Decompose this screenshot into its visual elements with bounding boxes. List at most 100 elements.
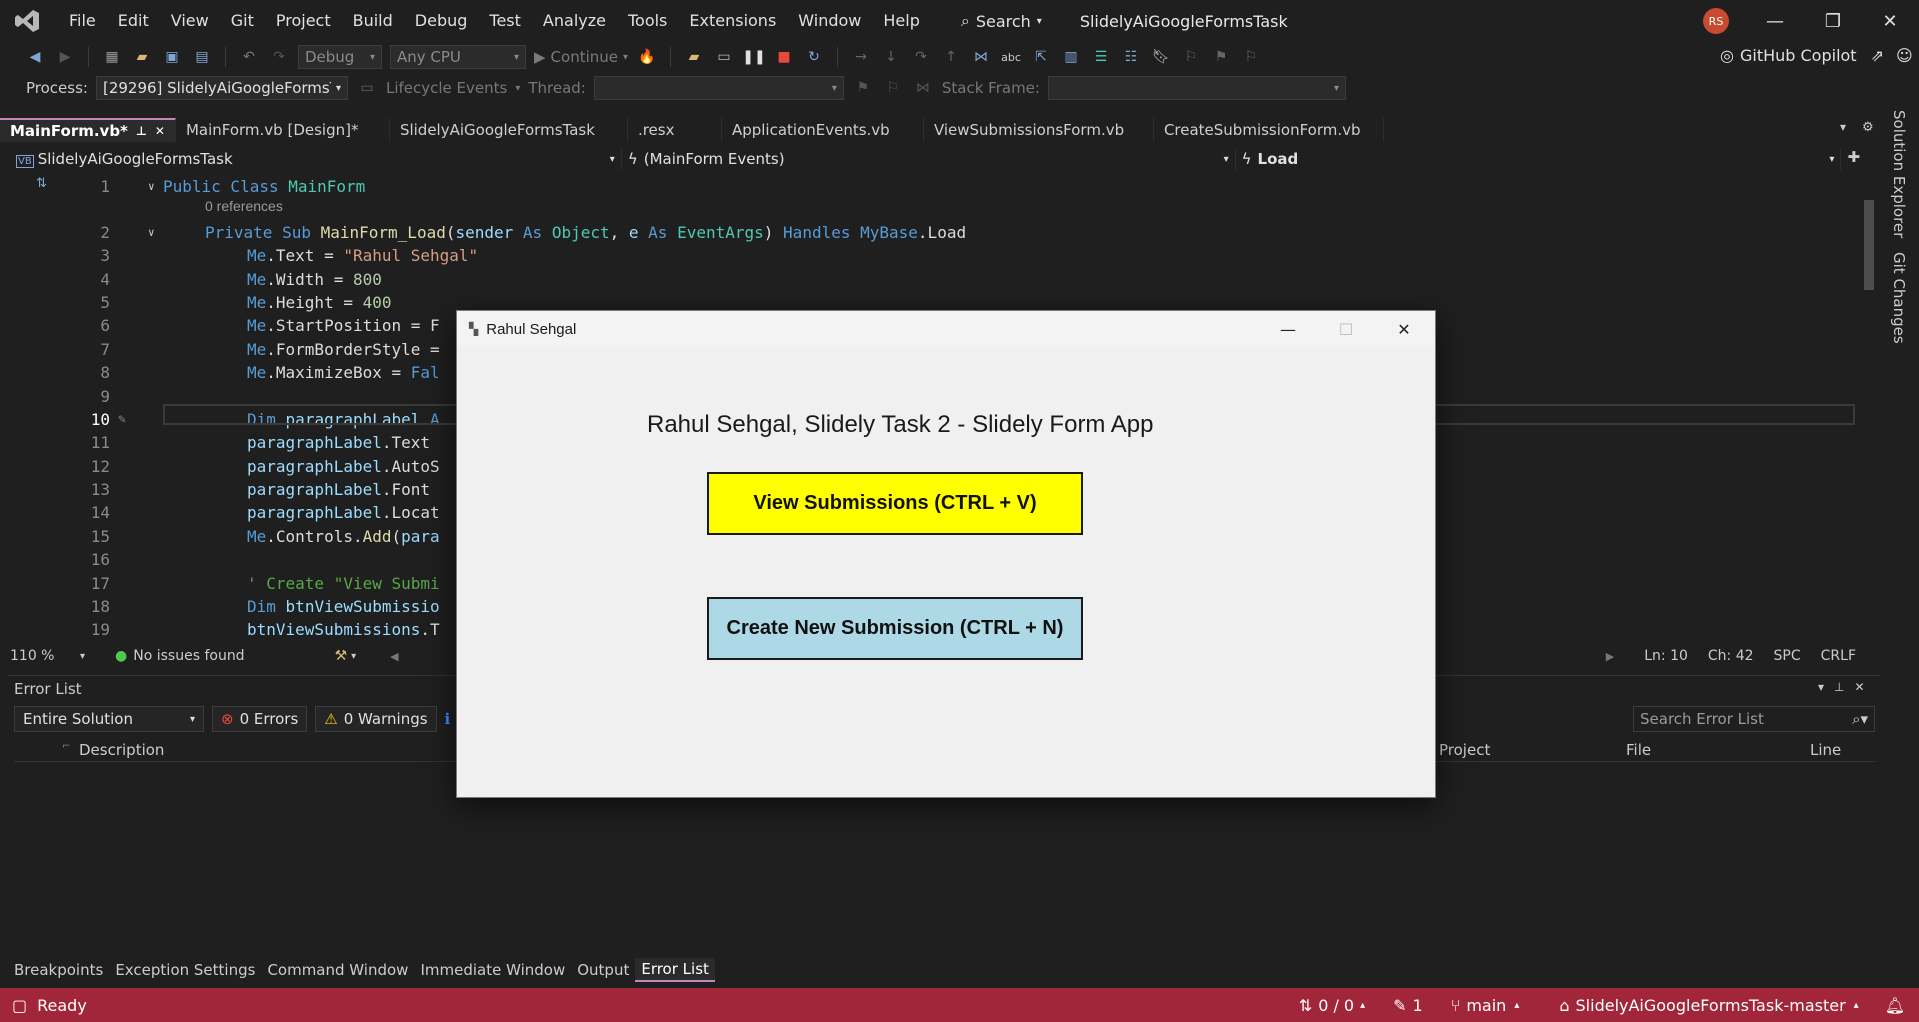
- char-indicator[interactable]: Ch: 42: [1708, 648, 1754, 664]
- menu-project[interactable]: Project: [265, 0, 342, 42]
- tab-resx[interactable]: .resx: [628, 118, 722, 142]
- spacing-indicator[interactable]: SPC: [1774, 648, 1801, 664]
- close-icon[interactable]: ✕: [1854, 680, 1864, 694]
- outdent-icon[interactable]: ☰: [1090, 46, 1112, 68]
- menu-debug[interactable]: Debug: [404, 0, 479, 42]
- restore-icon[interactable]: ❐: [1804, 0, 1862, 42]
- member-dropdown[interactable]: ϟ Load ▾: [1236, 148, 1842, 170]
- new-project-icon[interactable]: ▦: [101, 46, 123, 68]
- brush-icon[interactable]: ✎: [118, 412, 126, 427]
- step-over-icon[interactable]: →: [850, 46, 872, 68]
- chevron-down-icon[interactable]: ▾: [1818, 680, 1824, 694]
- issues-status[interactable]: No issues found: [133, 648, 244, 664]
- tab-output[interactable]: Output: [571, 958, 635, 982]
- forward-icon[interactable]: ▶: [54, 46, 76, 68]
- lifecycle-events-dropdown[interactable]: Lifecycle Events: [386, 79, 507, 97]
- menu-view[interactable]: View: [160, 0, 220, 42]
- cleanup-icon[interactable]: ⚒: [335, 648, 348, 664]
- column-file[interactable]: File: [1626, 741, 1651, 759]
- column-line[interactable]: Line: [1810, 741, 1841, 759]
- menu-build[interactable]: Build: [342, 0, 404, 42]
- search-button[interactable]: ⌕ Search ▾: [951, 11, 1052, 31]
- view-submissions-button[interactable]: View Submissions (CTRL + V): [707, 472, 1083, 535]
- output-window-icon[interactable]: ▢: [12, 996, 27, 1015]
- git-changes-tab[interactable]: Git Changes: [1890, 252, 1908, 344]
- folder-icon[interactable]: ▰: [683, 46, 705, 68]
- restart-icon[interactable]: ↻: [803, 46, 825, 68]
- pin-icon[interactable]: ⊥: [1834, 680, 1844, 694]
- stop-icon[interactable]: ■: [773, 46, 795, 68]
- process-dropdown[interactable]: [29296] SlidelyAiGoogleFormsTask ▾: [95, 76, 348, 100]
- redo-icon[interactable]: ↷: [268, 46, 290, 68]
- project-dropdown[interactable]: VB SlidelyAiGoogleFormsTask ▾: [10, 148, 622, 170]
- github-copilot-button[interactable]: ◎ GitHub Copilot ⇗ ☺: [1720, 46, 1913, 65]
- bookmark-next-icon[interactable]: ⚑: [1210, 46, 1232, 68]
- configuration-dropdown[interactable]: Debug ▾: [298, 45, 382, 69]
- spell-check-icon[interactable]: abc: [1000, 46, 1022, 68]
- menu-analyze[interactable]: Analyze: [532, 0, 617, 42]
- step-back-icon[interactable]: ↷: [910, 46, 932, 68]
- info-icon[interactable]: ℹ: [445, 710, 451, 728]
- close-icon[interactable]: ✕: [155, 124, 165, 138]
- error-search-input[interactable]: Search Error List ⌕▾: [1633, 706, 1875, 732]
- zoom-dropdown[interactable]: 110 %: [10, 648, 80, 664]
- minimize-icon[interactable]: —: [1259, 311, 1317, 347]
- form-titlebar[interactable]: ▚ Rahul Sehgal — ☐ ✕: [457, 311, 1435, 347]
- close-icon[interactable]: ✕: [1375, 311, 1433, 347]
- menu-window[interactable]: Window: [787, 0, 872, 42]
- eol-indicator[interactable]: CRLF: [1821, 648, 1856, 664]
- collapse-icon[interactable]: ∨: [148, 226, 155, 239]
- tab-create-submission-form[interactable]: CreateSubmissionForm.vb: [1154, 118, 1384, 142]
- tab-immediate-window[interactable]: Immediate Window: [414, 958, 571, 982]
- column-project[interactable]: Project: [1439, 741, 1490, 759]
- menu-help[interactable]: Help: [872, 0, 930, 42]
- select-icon[interactable]: ⇱: [1030, 46, 1052, 68]
- bookmark-prev-icon[interactable]: ⚐: [1180, 46, 1202, 68]
- code-lens-references[interactable]: 0 references: [205, 198, 283, 214]
- collapse-icon[interactable]: ∨: [148, 180, 155, 193]
- minimize-icon[interactable]: —: [1746, 0, 1804, 42]
- platform-dropdown[interactable]: Any CPU ▾: [390, 45, 526, 69]
- menu-extensions[interactable]: Extensions: [678, 0, 787, 42]
- back-icon[interactable]: ◀: [24, 46, 46, 68]
- branch-name[interactable]: main: [1466, 996, 1506, 1015]
- indent-icon[interactable]: ☷: [1120, 46, 1142, 68]
- editor-scrollbar[interactable]: [1862, 172, 1876, 640]
- repo-name[interactable]: SlidelyAiGoogleFormsTask-master: [1576, 996, 1846, 1015]
- menu-test[interactable]: Test: [478, 0, 532, 42]
- tab-overflow-icon[interactable]: ▾: [1840, 120, 1846, 134]
- save-all-icon[interactable]: ▤: [191, 46, 213, 68]
- scope-dropdown[interactable]: Entire Solution ▾: [14, 706, 204, 732]
- continue-button[interactable]: ▶ Continue ▾: [534, 48, 628, 66]
- menu-file[interactable]: File: [58, 0, 107, 42]
- tab-error-list[interactable]: Error List: [635, 958, 715, 982]
- tab-application-events[interactable]: ApplicationEvents.vb: [722, 118, 924, 142]
- menu-tools[interactable]: Tools: [617, 0, 678, 42]
- pin-icon[interactable]: ⊥: [136, 124, 147, 138]
- menu-edit[interactable]: Edit: [107, 0, 160, 42]
- layout-icon[interactable]: ▭: [713, 46, 735, 68]
- scroll-right-icon[interactable]: ▶: [1606, 650, 1614, 663]
- column-description[interactable]: Description: [79, 741, 164, 759]
- split-icon[interactable]: ✚: [1847, 148, 1860, 170]
- tab-mainform-vb[interactable]: MainForm.vb* ⊥ ✕: [0, 118, 176, 142]
- avatar[interactable]: RS: [1703, 8, 1729, 34]
- stack-frame-dropdown[interactable]: ▾: [1047, 76, 1346, 100]
- hot-reload-icon[interactable]: 🔥: [636, 46, 658, 68]
- sync-status[interactable]: 0 / 0: [1318, 996, 1354, 1015]
- sort-icon[interactable]: ⌐: [62, 741, 70, 752]
- share-icon[interactable]: ⇗: [1871, 46, 1884, 65]
- tab-command-window[interactable]: Command Window: [261, 958, 414, 982]
- pause-icon[interactable]: ❚❚: [742, 46, 765, 68]
- scroll-left-icon[interactable]: ◀: [390, 650, 398, 663]
- open-folder-icon[interactable]: ▰: [131, 46, 153, 68]
- pending-edits[interactable]: 1: [1413, 996, 1423, 1015]
- events-dropdown[interactable]: ϟ (MainForm Events) ▾: [622, 148, 1236, 170]
- undo-icon[interactable]: ↶: [238, 46, 260, 68]
- step-into-icon[interactable]: ↓: [880, 46, 902, 68]
- save-icon[interactable]: ▣: [161, 46, 183, 68]
- tab-exception-settings[interactable]: Exception Settings: [109, 958, 261, 982]
- feedback-icon[interactable]: ☺: [1896, 46, 1913, 65]
- close-icon[interactable]: ✕: [1861, 0, 1919, 42]
- tab-mainform-design[interactable]: MainForm.vb [Design]*: [176, 118, 390, 142]
